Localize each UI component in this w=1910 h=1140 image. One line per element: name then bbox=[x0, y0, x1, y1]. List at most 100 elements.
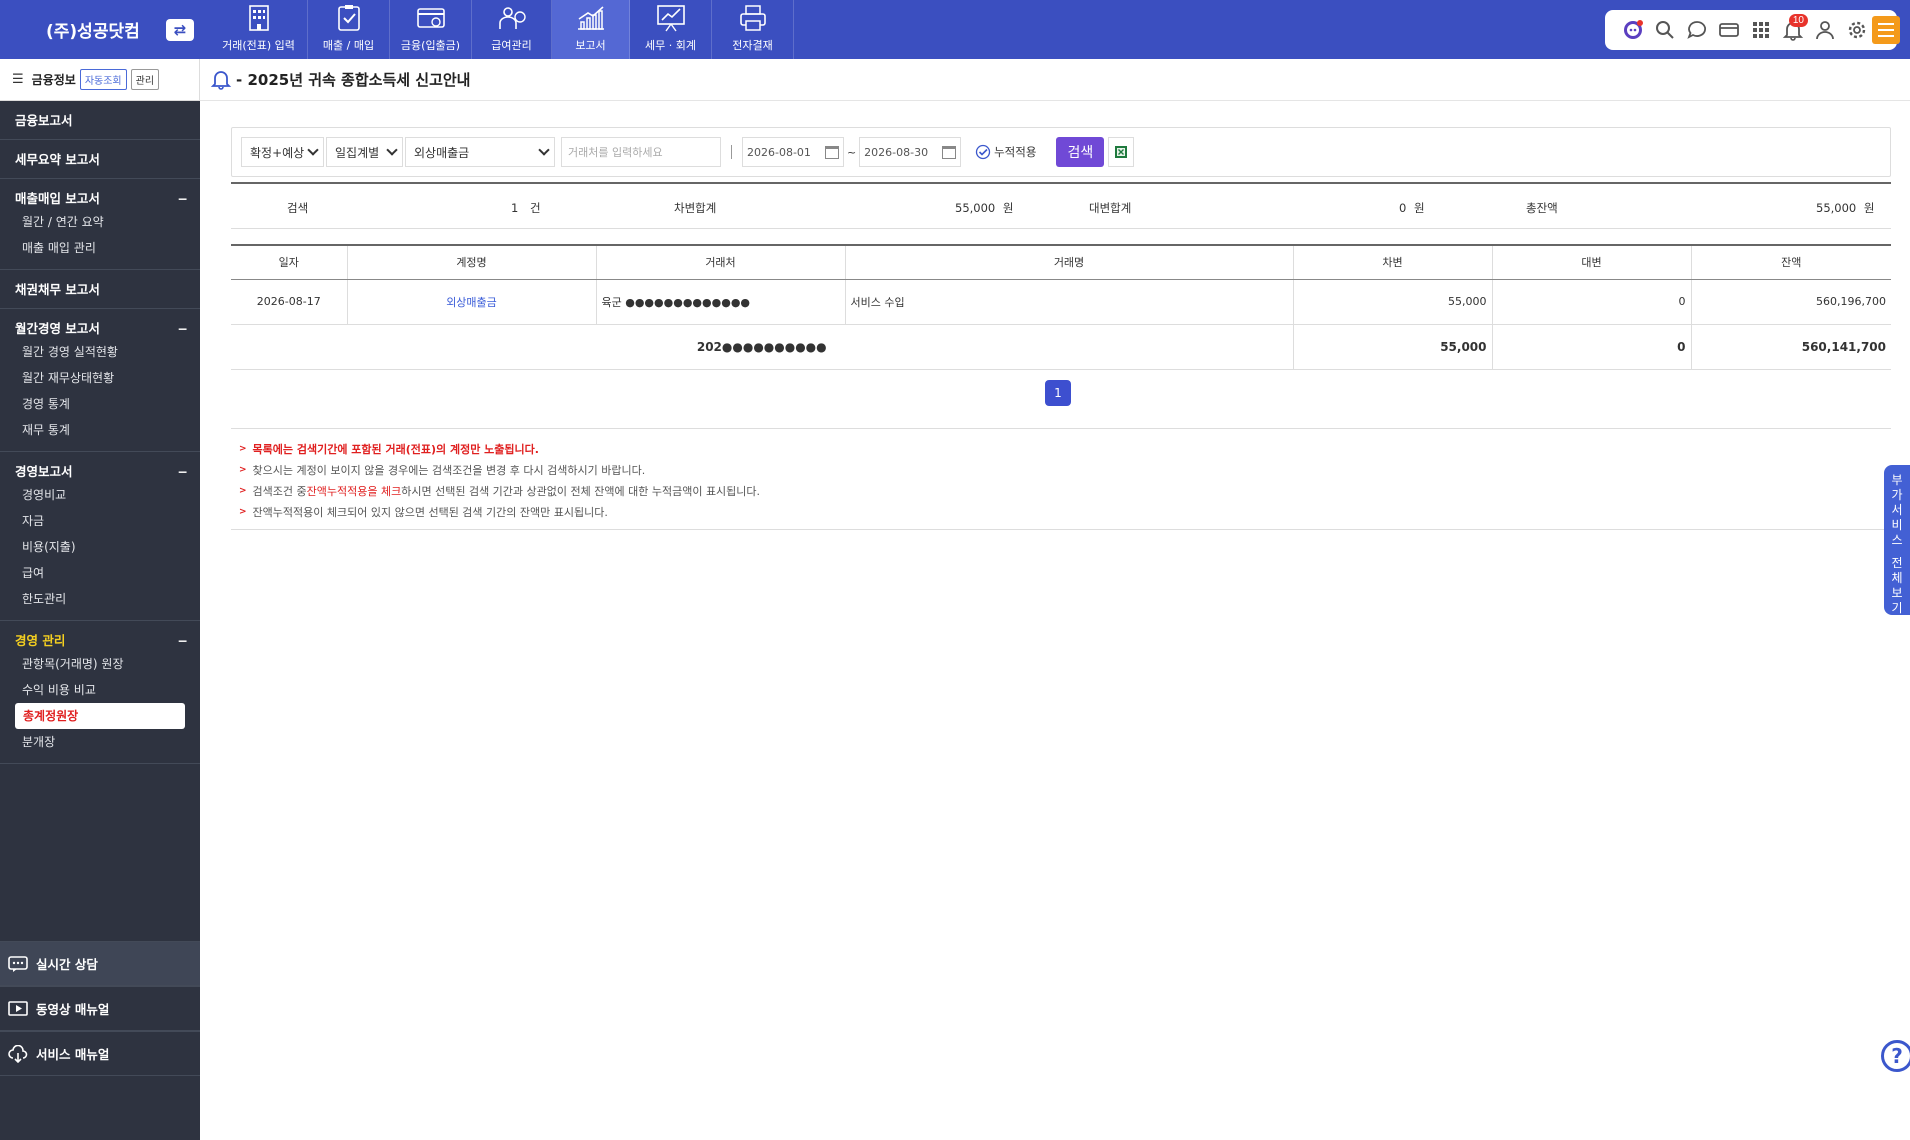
clipboard-check-icon bbox=[337, 5, 360, 31]
bell-icon[interactable] bbox=[210, 68, 232, 90]
sidebar-item[interactable]: 경영비교 bbox=[15, 482, 200, 508]
sidebar-section-receivables[interactable]: 채권채무 보고서 bbox=[0, 270, 200, 309]
search-icon[interactable] bbox=[1649, 14, 1681, 46]
balance-total-value: 55,000 bbox=[1816, 201, 1857, 215]
sidebar-section-title[interactable]: 경영 관리 bbox=[15, 631, 65, 651]
date-from-input[interactable]: 2026-08-01 bbox=[742, 137, 844, 167]
auto-query-button[interactable]: 자동조회 bbox=[79, 69, 127, 90]
nav-label: 전자결재 bbox=[732, 39, 773, 52]
help-icon[interactable]: ? bbox=[1881, 1040, 1910, 1072]
page-title: - 2025년 귀속 종합소득세 신고안내 bbox=[210, 66, 470, 92]
video-manual-label: 동영상 매뉴얼 bbox=[36, 1002, 110, 1017]
sidebar-item[interactable]: 급여 bbox=[15, 560, 200, 586]
date-to-input[interactable]: 2026-08-30 bbox=[859, 137, 962, 167]
nav-finance[interactable]: 금융(입출금) bbox=[390, 0, 472, 59]
side-tab-char: 서 bbox=[1891, 503, 1903, 517]
nav-sales-purchase[interactable]: 매출 / 매입 bbox=[308, 0, 390, 59]
sidebar-section-title[interactable]: 월간경영 보고서 bbox=[15, 319, 100, 339]
sidebar-item[interactable]: 경영 통계 bbox=[15, 391, 200, 417]
sidebar-item[interactable]: 월간 / 연간 요약 bbox=[15, 209, 200, 235]
sidebar-section-title: 금융보고서 bbox=[15, 113, 73, 128]
additional-services-tab[interactable]: 부가서비스 전체보기 bbox=[1884, 465, 1910, 615]
gear-icon[interactable] bbox=[1841, 14, 1873, 46]
column-header-date[interactable]: 일자 bbox=[231, 244, 348, 280]
bell-icon[interactable]: 10 bbox=[1777, 14, 1809, 46]
side-tab-char: 체 bbox=[1891, 571, 1903, 585]
nav-reports[interactable]: 보고서 bbox=[552, 0, 630, 59]
cumulative-label: 누적적용 bbox=[994, 145, 1037, 159]
sidebar-item[interactable]: 비용(지출) bbox=[15, 534, 200, 560]
column-header-description[interactable]: 거래명 bbox=[845, 244, 1294, 280]
hamburger-menu-icon[interactable] bbox=[1872, 16, 1900, 44]
chatbot-icon[interactable] bbox=[1617, 14, 1649, 46]
sidebar-item[interactable]: 자금 bbox=[15, 508, 200, 534]
sidebar: ☰ 금융정보 자동조회 관리 금융보고서 세무요약 보고서 매출매입 보고서 − … bbox=[0, 59, 200, 1140]
manage-button[interactable]: 관리 bbox=[130, 69, 160, 90]
total-label: 202●●●●●●●●●● bbox=[231, 324, 1294, 370]
nav-tax-accounting[interactable]: 세무 · 회계 bbox=[630, 0, 712, 59]
sidebar-header-title: 금융정보 bbox=[31, 73, 76, 87]
sidebar-section-title: 세무요약 보고서 bbox=[15, 152, 100, 167]
sidebar-item[interactable]: 월간 경영 실적현황 bbox=[15, 339, 200, 365]
video-manual-button[interactable]: 동영상 매뉴얼 bbox=[0, 986, 200, 1031]
table-total-row: 202●●●●●●●●●● 55,000 0 560,141,700 bbox=[231, 324, 1891, 370]
sidebar-section-finance-report[interactable]: 금융보고서 bbox=[0, 101, 200, 140]
sidebar-item[interactable]: 수익 비용 비교 bbox=[15, 677, 200, 703]
nav-payroll[interactable]: 급여관리 bbox=[472, 0, 552, 59]
chat-icon[interactable] bbox=[1681, 14, 1713, 46]
column-header-credit[interactable]: 대변 bbox=[1492, 244, 1692, 280]
summary-count-value: 1 bbox=[511, 201, 519, 215]
sidebar-section-title[interactable]: 경영보고서 bbox=[15, 462, 73, 482]
switch-company-icon[interactable]: ⇄ bbox=[166, 19, 194, 41]
collapse-icon[interactable]: − bbox=[178, 631, 188, 651]
cell-account-link[interactable]: 외상매출금 bbox=[347, 279, 597, 325]
credit-total-label: 대변합계 bbox=[1089, 201, 1132, 215]
summary-count: 1 건 bbox=[511, 200, 541, 216]
total-debit: 55,000 bbox=[1293, 324, 1493, 370]
side-tab-char: 부 bbox=[1891, 473, 1903, 487]
sidebar-item[interactable]: 관항목(거래명) 원장 bbox=[15, 651, 200, 677]
balance-total: 55,000 원 bbox=[1816, 200, 1875, 216]
basis-select[interactable]: 확정+예상 bbox=[241, 137, 324, 167]
sidebar-item[interactable]: 재무 통계 bbox=[15, 417, 200, 443]
sidebar-item[interactable]: 매출 매입 관리 bbox=[15, 235, 200, 261]
counterparty-input[interactable] bbox=[561, 137, 721, 167]
excel-download-button[interactable] bbox=[1108, 137, 1135, 167]
sidebar-item-active[interactable]: 총계정원장 bbox=[15, 703, 185, 729]
live-chat-button[interactable]: 실시간 상담 bbox=[0, 941, 200, 986]
cell-credit: 0 bbox=[1492, 279, 1692, 325]
cell-description: 서비스 수입 bbox=[845, 279, 1294, 325]
grouping-select[interactable]: 일집계별 bbox=[326, 137, 403, 167]
sidebar-section-title: 채권채무 보고서 bbox=[15, 282, 100, 297]
notification-count-badge: 10 bbox=[1788, 14, 1808, 27]
pagination-page-current[interactable]: 1 bbox=[1045, 380, 1071, 406]
collapse-icon[interactable]: − bbox=[178, 462, 188, 482]
calendar-icon[interactable] bbox=[942, 145, 957, 159]
total-credit: 0 bbox=[1492, 324, 1692, 370]
user-icon[interactable] bbox=[1809, 14, 1841, 46]
table-row[interactable]: 2026-08-17 외상매출금 육군 ●●●●●●●●●●●●● 서비스 수입… bbox=[231, 279, 1891, 325]
sidebar-item[interactable]: 분개장 bbox=[15, 729, 200, 755]
account-select[interactable]: 외상매출금 bbox=[405, 137, 555, 167]
nav-e-approval[interactable]: 전자결재 bbox=[712, 0, 794, 59]
sidebar-item[interactable]: 월간 재무상태현황 bbox=[15, 365, 200, 391]
nav-transaction-entry[interactable]: 거래(전표) 입력 bbox=[210, 0, 308, 59]
search-button[interactable]: 검색 bbox=[1056, 137, 1105, 167]
collapse-icon[interactable]: − bbox=[178, 319, 188, 339]
notice-link[interactable]: - 2025년 귀속 종합소득세 신고안내 bbox=[236, 69, 470, 90]
sidebar-item[interactable]: 한도관리 bbox=[15, 586, 200, 612]
debit-total-label: 차변합계 bbox=[674, 201, 717, 215]
column-header-debit[interactable]: 차변 bbox=[1293, 244, 1493, 280]
column-header-balance[interactable]: 잔액 bbox=[1691, 244, 1891, 280]
cumulative-checkbox[interactable]: 누적적용 bbox=[975, 144, 1036, 160]
service-manual-button[interactable]: 서비스 매뉴얼 bbox=[0, 1031, 200, 1076]
calendar-icon[interactable] bbox=[824, 145, 839, 159]
grid-icon[interactable] bbox=[1745, 14, 1777, 46]
column-header-account[interactable]: 계정명 bbox=[347, 244, 597, 280]
sidebar-section-tax-summary[interactable]: 세무요약 보고서 bbox=[0, 140, 200, 179]
payroll-icon bbox=[498, 7, 526, 29]
collapse-icon[interactable]: − bbox=[178, 189, 188, 209]
sidebar-section-title[interactable]: 매출매입 보고서 bbox=[15, 189, 100, 209]
card-icon[interactable] bbox=[1713, 14, 1745, 46]
column-header-counterparty[interactable]: 거래처 bbox=[596, 244, 846, 280]
